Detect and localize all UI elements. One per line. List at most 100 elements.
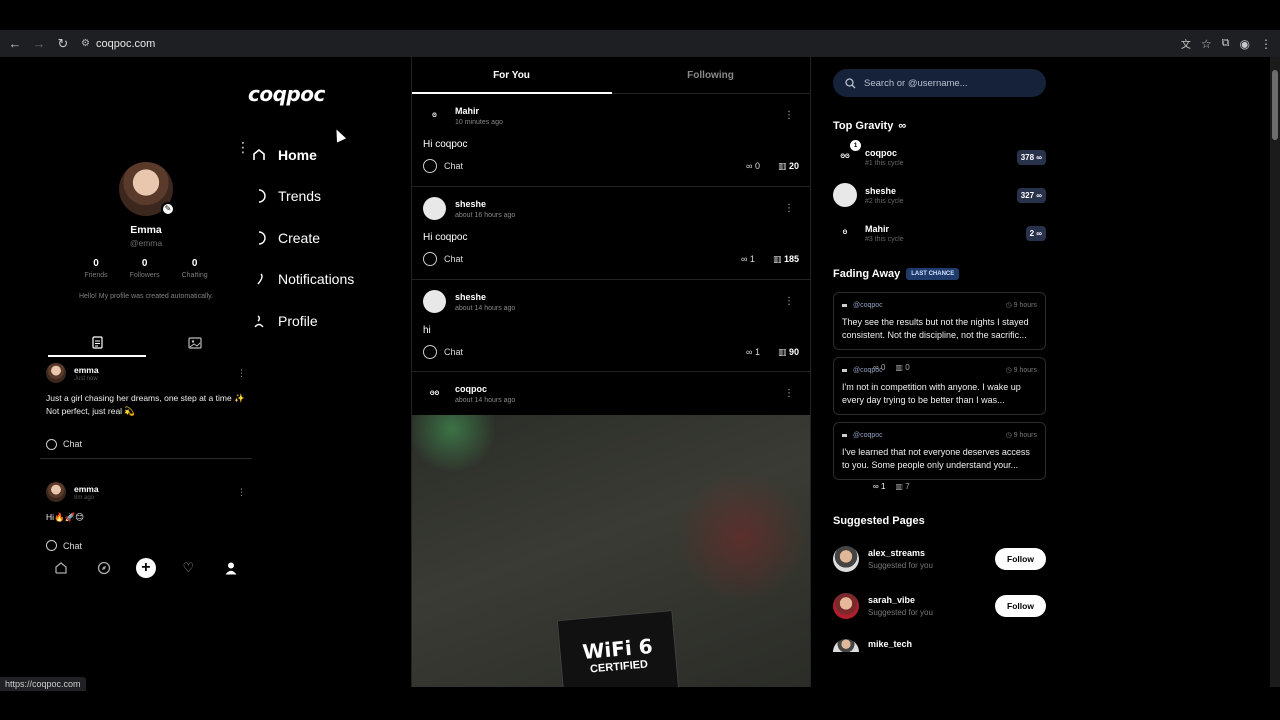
avatar[interactable] [833, 639, 859, 652]
chat-button[interactable]: Chat [423, 345, 463, 359]
avatar[interactable] [423, 290, 446, 313]
tab-posts[interactable] [48, 329, 146, 357]
nav-trends[interactable]: Trends [252, 176, 354, 218]
avatar[interactable]: ✎ [119, 162, 175, 216]
chat-button[interactable]: Chat [46, 540, 82, 551]
post-username[interactable]: sheshe [455, 199, 515, 209]
nav-create[interactable]: Create [252, 217, 354, 259]
profile-tabs [48, 329, 244, 357]
stat-followers-label: Followers [129, 272, 160, 279]
avatar: ʘʘ 1 [833, 140, 861, 169]
infinity-icon: ∞ [898, 120, 907, 132]
search-input[interactable] [864, 77, 1034, 89]
stat-friends[interactable]: 0 Friends [84, 258, 107, 279]
sg-sub: Suggested for you [868, 560, 933, 570]
nav-notifications[interactable]: Notifications [252, 259, 354, 301]
post-time: about 14 hours ago [455, 396, 516, 404]
infinity-icon: ∞ [1036, 190, 1042, 200]
tab-for-you[interactable]: For You [412, 57, 612, 94]
sg-sub: Suggested for you [868, 607, 933, 617]
avatar[interactable] [423, 197, 446, 220]
avatar[interactable] [833, 545, 859, 572]
follow-button[interactable]: Follow [995, 594, 1046, 617]
fading-card[interactable]: @coqpoc ◷ 9 hours I've learned that not e… [833, 422, 1046, 480]
list-item[interactable]: ʘʘ 1 coqpoc #1 this cycle 378 ∞ [833, 138, 1046, 176]
fading-away-list: @coqpoc ◷ 9 hours They see the results bu… [833, 292, 1046, 480]
profile-icon[interactable]: ◉ [1240, 37, 1250, 51]
post-username[interactable]: emma [74, 484, 99, 494]
gravity-count[interactable]: ∞ 1 [746, 347, 760, 357]
avatar[interactable]: ʘʘ [423, 382, 446, 405]
post-image[interactable]: WiFi 6 CERTIFIED [412, 415, 810, 687]
post-menu-icon[interactable]: ⋮ [237, 487, 246, 498]
stat-chatting[interactable]: 0 Chatting [182, 258, 208, 279]
gravity-count[interactable]: ∞ 0 [746, 161, 760, 171]
search-box[interactable] [833, 69, 1046, 97]
status-bar-url: https://coqpoc.com [0, 677, 86, 691]
suggested-list: alex_streams Suggested for you Follow sa… [833, 535, 1046, 652]
forward-icon[interactable]: → [27, 32, 51, 56]
scrollbar-thumb[interactable] [1272, 70, 1278, 140]
post-menu-icon[interactable]: ⋮ [237, 368, 246, 379]
fc-time-value: 9 hours [1013, 302, 1037, 309]
more-options-icon[interactable]: ⋮ [236, 139, 250, 156]
post-username[interactable]: sheshe [455, 292, 515, 302]
user-icon[interactable] [221, 558, 241, 578]
browser-menu-icon[interactable]: ⋮ [1260, 37, 1272, 51]
tab-media[interactable] [146, 329, 244, 357]
tab-following[interactable]: Following [611, 57, 810, 93]
edit-avatar-icon[interactable]: ✎ [161, 202, 175, 216]
views-value: 185 [783, 253, 799, 264]
chat-button[interactable]: Chat [423, 252, 463, 266]
sg-name[interactable]: alex_streams [868, 548, 933, 558]
chat-button[interactable]: Chat [423, 159, 463, 173]
post-menu-icon[interactable]: ⋮ [784, 388, 794, 399]
sg-name[interactable]: mike_tech [868, 639, 912, 649]
post-username[interactable]: Mahir [455, 106, 503, 116]
post-text: Hi🔥🚀😊 [46, 512, 85, 522]
fc-time-value: 9 hours [1013, 432, 1037, 439]
avatar[interactable] [833, 592, 859, 619]
heart-icon[interactable]: ♡ [178, 558, 198, 578]
tg-score-value: 2 [1029, 228, 1035, 238]
stat-followers[interactable]: 0 Followers [130, 258, 160, 279]
post-username[interactable]: coqpoc [455, 384, 515, 394]
site-logo[interactable]: coqpoc [248, 82, 325, 106]
compass-icon[interactable] [94, 558, 114, 578]
avatar[interactable] [46, 482, 66, 502]
list-item[interactable]: ʘ Mahir #3 this cycle 2 ∞ [833, 214, 1046, 252]
fading-card[interactable]: @coqpoc ◷ 9 hours I'm not in competition … [833, 357, 1046, 415]
home-icon[interactable] [51, 558, 71, 578]
gravity-count[interactable]: ∞ 1 [741, 254, 755, 264]
tg-score-value: 327 [1020, 190, 1035, 200]
avatar[interactable]: ʘ [423, 104, 446, 127]
address-bar[interactable]: ⚙ coqpoc.com [81, 33, 155, 55]
post-menu-icon[interactable]: ⋮ [784, 296, 794, 307]
list-item[interactable]: sheshe #2 this cycle 327 ∞ [833, 176, 1046, 214]
back-icon[interactable]: ← [3, 32, 27, 56]
site-info-icon[interactable]: ⚙ [81, 38, 90, 49]
page-scrollbar[interactable] [1270, 57, 1280, 687]
avatar: ʘ [842, 230, 848, 236]
avatar[interactable] [46, 363, 66, 383]
last-chance-badge: LAST CHANCE [906, 268, 960, 280]
translate-icon[interactable]: 文 [1181, 36, 1191, 51]
extensions-icon[interactable]: ⧉ [1222, 37, 1230, 50]
create-post-button[interactable]: + [135, 558, 156, 578]
list-item: alex_streams Suggested for you Follow [833, 535, 1046, 582]
bookmark-star-icon[interactable]: ☆ [1201, 37, 1212, 51]
post-username[interactable]: emma [74, 365, 99, 375]
post-text-line2: Not perfect, just real 💫 [46, 405, 136, 416]
reload-icon[interactable]: ↻ [51, 32, 75, 56]
nav-trends-label: Trends [278, 188, 322, 205]
follow-button[interactable]: Follow [995, 547, 1046, 570]
fading-card[interactable]: @coqpoc ◷ 9 hours They see the results bu… [833, 292, 1046, 350]
post-menu-icon[interactable]: ⋮ [784, 110, 794, 121]
nav-profile[interactable]: Profile [252, 300, 354, 342]
sg-name[interactable]: sarah_vibe [868, 595, 933, 605]
post-time: 10 minutes ago [455, 118, 503, 126]
feed-tabs: For You Following [412, 57, 810, 94]
post-text-line1: Just a girl chasing her dreams, one step… [46, 393, 245, 403]
chat-button[interactable]: Chat [46, 438, 82, 450]
post-menu-icon[interactable]: ⋮ [784, 203, 794, 214]
